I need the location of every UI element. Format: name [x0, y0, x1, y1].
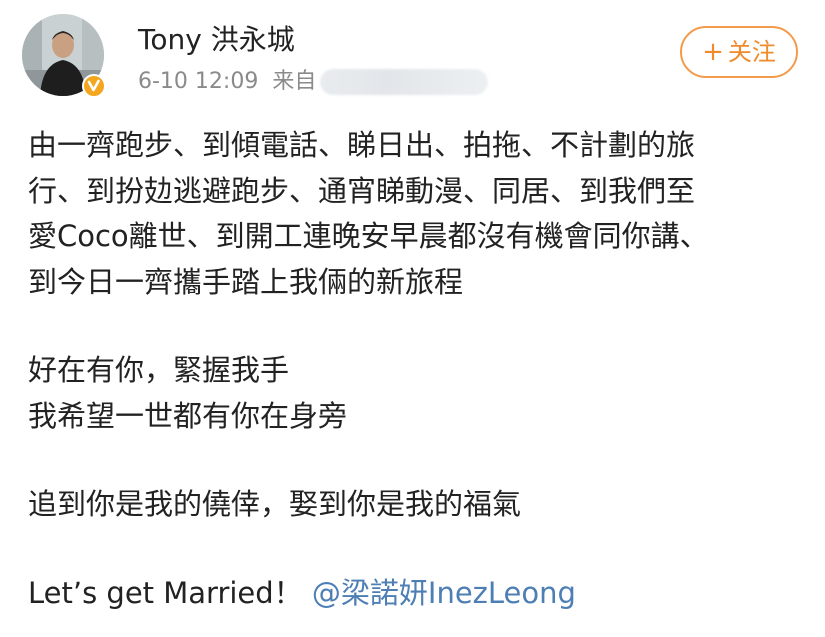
post-meta: 6-10 12:09 来自 [138, 67, 489, 97]
closing-line: Let’s get Married！ @梁諾妍InezLeong [28, 571, 813, 617]
post-header: Tony 洪永城 6-10 12:09 来自 + 关注 [0, 0, 825, 110]
author-name[interactable]: Tony 洪永城 [138, 22, 295, 58]
post-content: 由一齊跑步、到傾電話、睇日出、拍拖、不計劃的旅 行、到扮攰逃避跑步、通宵睇動漫、… [28, 123, 813, 616]
plus-icon: + [702, 37, 724, 67]
post-text-line: 好在有你，緊握我手 [28, 353, 290, 387]
blurred-source-client [320, 69, 489, 95]
post-text-line: 追到你是我的僥倖，娶到你是我的福氣 [28, 487, 522, 521]
follow-label: 关注 [727, 38, 776, 66]
follow-button[interactable]: + 关注 [680, 26, 798, 78]
post-text-line: 行、到扮攰逃避跑步、通宵睇動漫、同居、到我們至 [28, 173, 696, 208]
post-text-line: 我希望一世都有你在身旁 [28, 398, 348, 433]
closing-text: Let’s get Married！ [28, 575, 303, 610]
post-time: 6-10 12:09 [138, 69, 259, 94]
source-label: 来自 [272, 69, 317, 94]
user-mention-link[interactable]: @梁諾妍InezLeong [312, 576, 576, 610]
verified-v-icon [82, 74, 106, 98]
post-text-line: 到今日一齊攜手踏上我倆的新旅程 [28, 264, 464, 299]
post-text-line: 愛Coco離世、到開工連晚安早晨都沒有機會同你講、 [28, 219, 709, 253]
post-text-line: 由一齊跑步、到傾電話、睇日出、拍拖、不計劃的旅 [28, 128, 696, 162]
